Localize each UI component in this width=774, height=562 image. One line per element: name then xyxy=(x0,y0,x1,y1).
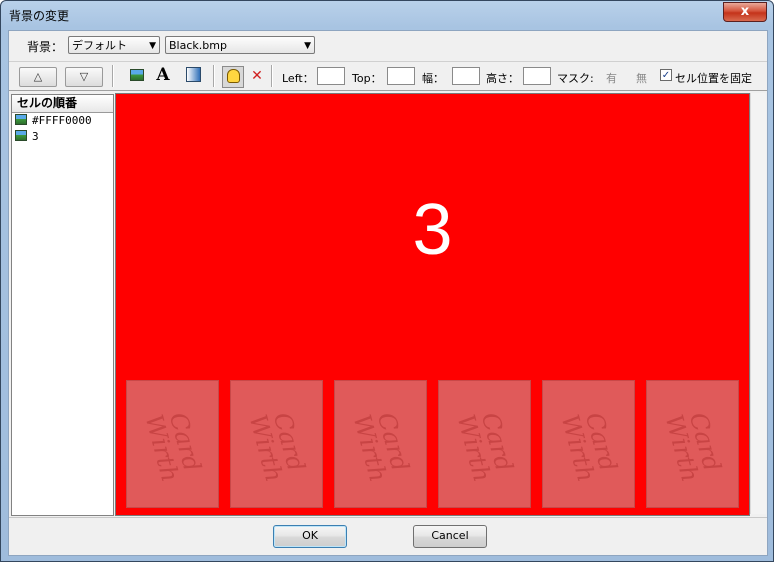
width-label: 幅： xyxy=(422,72,444,85)
dialog-client: 背景： デフォルト ▼ Black.bmp ▼ △ ▽ A ✕ Left： To… xyxy=(8,30,768,556)
lightbulb-off-icon: ✕ xyxy=(251,68,263,84)
title-bar[interactable]: 背景の変更 x xyxy=(1,1,773,27)
background-file-value: Black.bmp xyxy=(169,39,227,52)
move-down-button[interactable]: ▽ xyxy=(65,67,103,87)
cell-order-header: セルの順番 xyxy=(12,95,113,113)
move-up-button[interactable]: △ xyxy=(19,67,57,87)
image-icon xyxy=(15,130,27,141)
top-input[interactable] xyxy=(387,67,415,85)
fix-cell-position-checkbox[interactable]: ✓ xyxy=(660,69,672,81)
card-watermark: Card Wirth xyxy=(451,409,519,485)
card-placeholder: Card Wirth xyxy=(542,380,635,508)
card-placeholder: Card Wirth xyxy=(334,380,427,508)
list-item[interactable]: #FFFF0000 xyxy=(12,113,113,129)
preview-cell-text: 3 xyxy=(412,190,453,270)
lightbulb-icon xyxy=(226,69,240,83)
card-watermark: Card Wirth xyxy=(659,409,727,485)
card-placeholder: Card Wirth xyxy=(646,380,739,508)
background-row: 背景： デフォルト ▼ Black.bmp ▼ xyxy=(9,31,767,59)
toolbar-separator xyxy=(213,65,215,87)
add-text-cell-button[interactable]: A xyxy=(154,66,172,84)
list-item-label: #FFFF0000 xyxy=(32,114,92,127)
width-input[interactable] xyxy=(452,67,480,85)
background-type-select[interactable]: デフォルト ▼ xyxy=(68,36,160,54)
close-button[interactable]: x xyxy=(723,2,767,22)
image-icon xyxy=(130,69,144,81)
toolbar-separator xyxy=(271,65,273,87)
left-input[interactable] xyxy=(317,67,345,85)
hide-cell-button[interactable]: ✕ xyxy=(248,67,266,85)
toolbar-separator xyxy=(112,65,114,87)
card-watermark: Card Wirth xyxy=(555,409,623,485)
dialog-window: 背景の変更 x 背景： デフォルト ▼ Black.bmp ▼ △ ▽ A ✕ … xyxy=(0,0,774,562)
window-title: 背景の変更 xyxy=(9,9,70,23)
background-file-select[interactable]: Black.bmp ▼ xyxy=(165,36,315,54)
add-gradient-cell-button[interactable] xyxy=(184,67,202,85)
list-item-label: 3 xyxy=(32,130,39,143)
fix-cell-position-label[interactable]: セル位置を固定 xyxy=(675,70,752,86)
card-placeholder: Card Wirth xyxy=(438,380,531,508)
background-type-value: デフォルト xyxy=(72,39,127,52)
card-watermark: Card Wirth xyxy=(139,409,207,485)
height-label: 高さ： xyxy=(486,72,519,85)
card-placeholder: Card Wirth xyxy=(230,380,323,508)
height-input[interactable] xyxy=(523,67,551,85)
chevron-down-icon: ▼ xyxy=(304,41,311,51)
ok-button[interactable]: OK xyxy=(273,525,347,548)
background-preview[interactable]: 3 Card Wirth Card Wirth Card Wirth Card … xyxy=(115,93,750,516)
mask-off-option[interactable]: 無 xyxy=(636,70,647,86)
card-watermark: Card Wirth xyxy=(347,409,415,485)
list-item[interactable]: 3 xyxy=(12,129,113,145)
card-watermark: Card Wirth xyxy=(243,409,311,485)
card-placeholder: Card Wirth xyxy=(126,380,219,508)
mask-on-option[interactable]: 有 xyxy=(606,70,617,86)
top-label: Top： xyxy=(352,72,382,85)
cancel-button[interactable]: Cancel xyxy=(413,525,487,548)
chevron-down-icon: ▼ xyxy=(149,41,156,51)
background-label: 背景： xyxy=(27,40,64,54)
toolbar: △ ▽ A ✕ Left： Top： 幅： 高さ： マスク: 有 無 ✓ セル位… xyxy=(9,61,767,91)
show-cell-toggle[interactable] xyxy=(222,66,244,88)
mask-label: マスク: xyxy=(557,72,594,85)
preview-scrollbar[interactable] xyxy=(750,93,766,514)
gradient-icon xyxy=(185,67,201,82)
image-icon xyxy=(15,114,27,125)
cell-order-panel: セルの順番 #FFFF0000 3 xyxy=(11,94,114,516)
button-bar: OK Cancel xyxy=(9,517,767,556)
left-label: Left： xyxy=(282,72,314,85)
add-image-cell-button[interactable] xyxy=(128,67,146,85)
